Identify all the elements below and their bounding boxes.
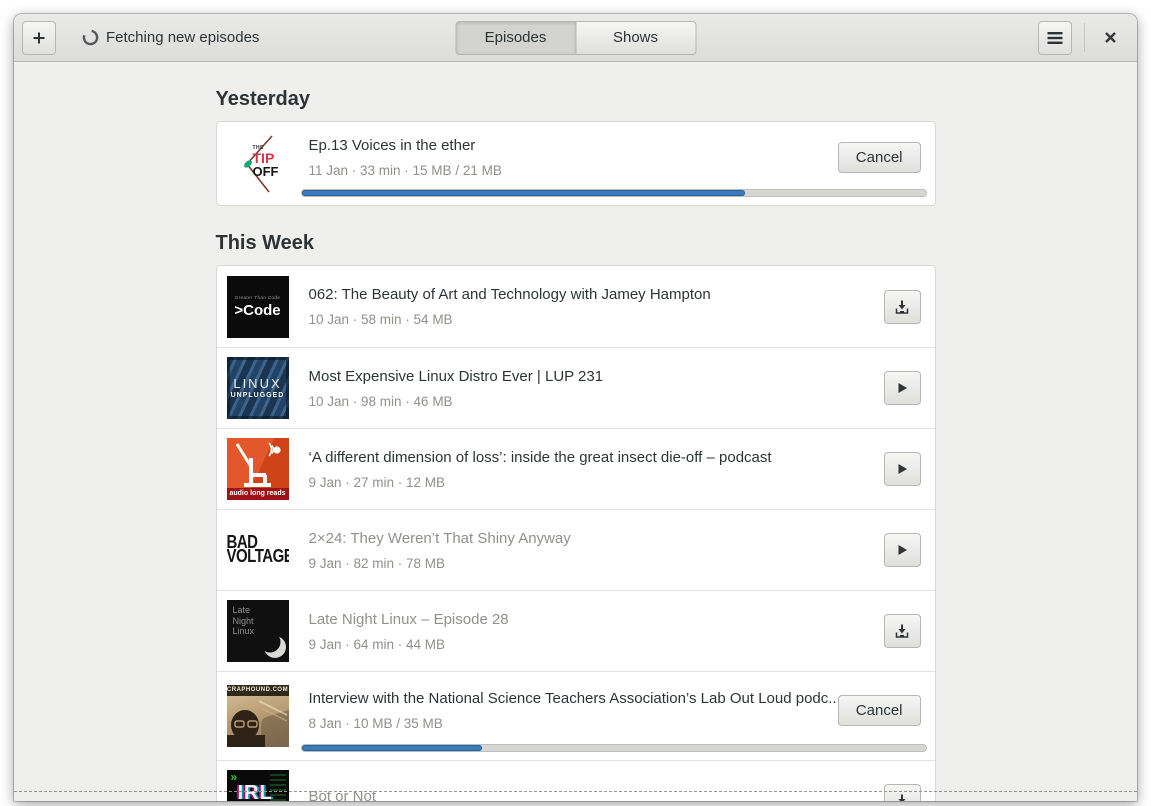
tab-episodes[interactable]: Episodes — [455, 20, 576, 55]
episodes-view: Yesterday THE TIP OFF Ep.13 Voices in th… — [14, 62, 1137, 801]
status-text: Fetching new episodes — [106, 29, 260, 46]
download-button[interactable] — [883, 784, 921, 801]
download-button[interactable] — [883, 289, 921, 324]
show-cover-late-night-linux: Late Night Linux — [226, 600, 289, 662]
logo-text: Linux — [232, 626, 255, 637]
show-cover-irl: » IRL — [226, 770, 289, 801]
view-switcher: Episodes Shows — [455, 20, 696, 55]
episode-meta: 8 Jan · 10 MB / 35 MB — [308, 715, 443, 731]
episode-row: Greater Than Code >Code 062: The Beauty … — [217, 266, 935, 347]
show-cover-bad-voltage: BAD VOLTAGE — [226, 519, 289, 581]
headerbar-separator — [1084, 23, 1085, 52]
play-icon — [898, 464, 907, 474]
play-button[interactable] — [883, 533, 921, 567]
episode-meta: 9 Jan · 82 min · 78 MB — [308, 555, 446, 571]
app-window: Fetching new episodes Episodes Shows Yes… — [14, 14, 1137, 801]
episode-meta: 11 Jan · 33 min · 15 MB / 21 MB — [308, 163, 502, 178]
episode-row: THE TIP OFF Ep.13 Voices in the ether 11… — [217, 122, 935, 205]
logo-text: >Code — [234, 301, 281, 319]
download-icon — [895, 624, 909, 638]
logo-text: Night — [232, 615, 254, 626]
section-heading-yesterday: Yesterday — [215, 88, 311, 110]
episode-row: CRAPHOUND.COM Interview with the Nationa… — [216, 671, 935, 760]
episode-row: LINUX UNPLUGGED Most Expensive Linux Dis… — [216, 347, 935, 428]
download-progress-fill — [301, 190, 745, 196]
show-cover-greater-than-code: Greater Than Code >Code — [226, 275, 289, 338]
headerbar: Fetching new episodes Episodes Shows — [14, 14, 1137, 62]
close-icon — [1104, 32, 1116, 43]
logo-text: CRAPHOUND.COM — [226, 687, 289, 693]
show-cover-linux-unplugged: LINUX UNPLUGGED — [226, 357, 289, 419]
add-podcast-button[interactable] — [22, 20, 56, 55]
logo-deco — [269, 774, 286, 801]
episode-title: ‘A different dimension of loss’: inside … — [308, 448, 772, 466]
spinner-icon — [82, 29, 99, 46]
tab-shows[interactable]: Shows — [575, 20, 696, 55]
refresh-status: Fetching new episodes — [82, 29, 259, 46]
episode-row: BAD VOLTAGE 2×24: They Weren’t That Shin… — [216, 509, 935, 590]
episode-title: 062: The Beauty of Art and Technology wi… — [308, 286, 711, 303]
download-progressbar — [300, 744, 927, 752]
cancel-download-button[interactable]: Cancel — [837, 694, 921, 726]
episode-title: Most Expensive Linux Distro Ever | LUP 2… — [308, 367, 604, 385]
play-icon — [898, 545, 907, 555]
episode-title: Interview with the National Science Teac… — [308, 689, 838, 707]
logo-text: LINUX — [233, 376, 282, 392]
play-button[interactable] — [883, 371, 921, 405]
logo-text: Greater Than Code — [234, 294, 281, 300]
section-heading-this-week: This Week — [215, 232, 315, 254]
episode-meta: 9 Jan · 27 min · 12 MB — [308, 474, 446, 490]
episode-row: audio long reads ‘A different dimension … — [216, 428, 935, 509]
download-icon — [895, 300, 909, 314]
episode-meta: 10 Jan · 58 min · 54 MB — [308, 312, 453, 327]
show-cover-audio-long-reads: audio long reads — [226, 438, 289, 500]
download-progressbar — [300, 189, 927, 197]
yesterday-card: THE TIP OFF Ep.13 Voices in the ether 11… — [215, 121, 936, 206]
episode-title: Ep.13 Voices in the ether — [308, 137, 476, 154]
logo-text: OFF — [252, 164, 279, 180]
episode-title: Bot or Not — [308, 788, 377, 801]
logo-text: UNPLUGGED — [230, 391, 285, 399]
episode-row: Late Night Linux Late Night Linux – Epis… — [216, 590, 935, 671]
download-button[interactable] — [883, 614, 921, 648]
play-button[interactable] — [883, 452, 921, 486]
close-button[interactable] — [1095, 23, 1125, 53]
logo-text: audio long reads — [226, 488, 289, 500]
hamburger-menu-icon — [1047, 31, 1063, 44]
show-cover-the-tip-off: THE TIP OFF — [226, 132, 289, 195]
crescent-moon-icon — [259, 633, 286, 658]
logo-text: » — [230, 770, 238, 784]
plus-icon — [33, 32, 45, 43]
headerbar-right — [1038, 20, 1129, 55]
episode-meta: 10 Jan · 98 min · 46 MB — [308, 393, 453, 409]
show-cover-craphound: CRAPHOUND.COM — [226, 685, 289, 747]
menu-button[interactable] — [1038, 20, 1072, 55]
episode-title: 2×24: They Weren’t That Shiny Anyway — [308, 529, 571, 547]
download-progress-fill — [301, 745, 483, 751]
episode-row: » IRL Bot or Not — [216, 760, 935, 801]
cancel-download-button[interactable]: Cancel — [837, 142, 921, 173]
download-icon — [898, 794, 906, 801]
play-icon — [898, 383, 907, 393]
logo-text: TIP — [252, 149, 275, 166]
episode-title: Late Night Linux – Episode 28 — [308, 610, 509, 628]
logo-text: VOLTAGE — [226, 546, 289, 567]
episode-meta: 9 Jan · 64 min · 44 MB — [308, 636, 446, 652]
this-week-card: Greater Than Code >Code 062: The Beauty … — [215, 265, 936, 801]
scroll-undershoot-indicator — [14, 791, 1137, 792]
logo-text: Late — [232, 605, 251, 615]
